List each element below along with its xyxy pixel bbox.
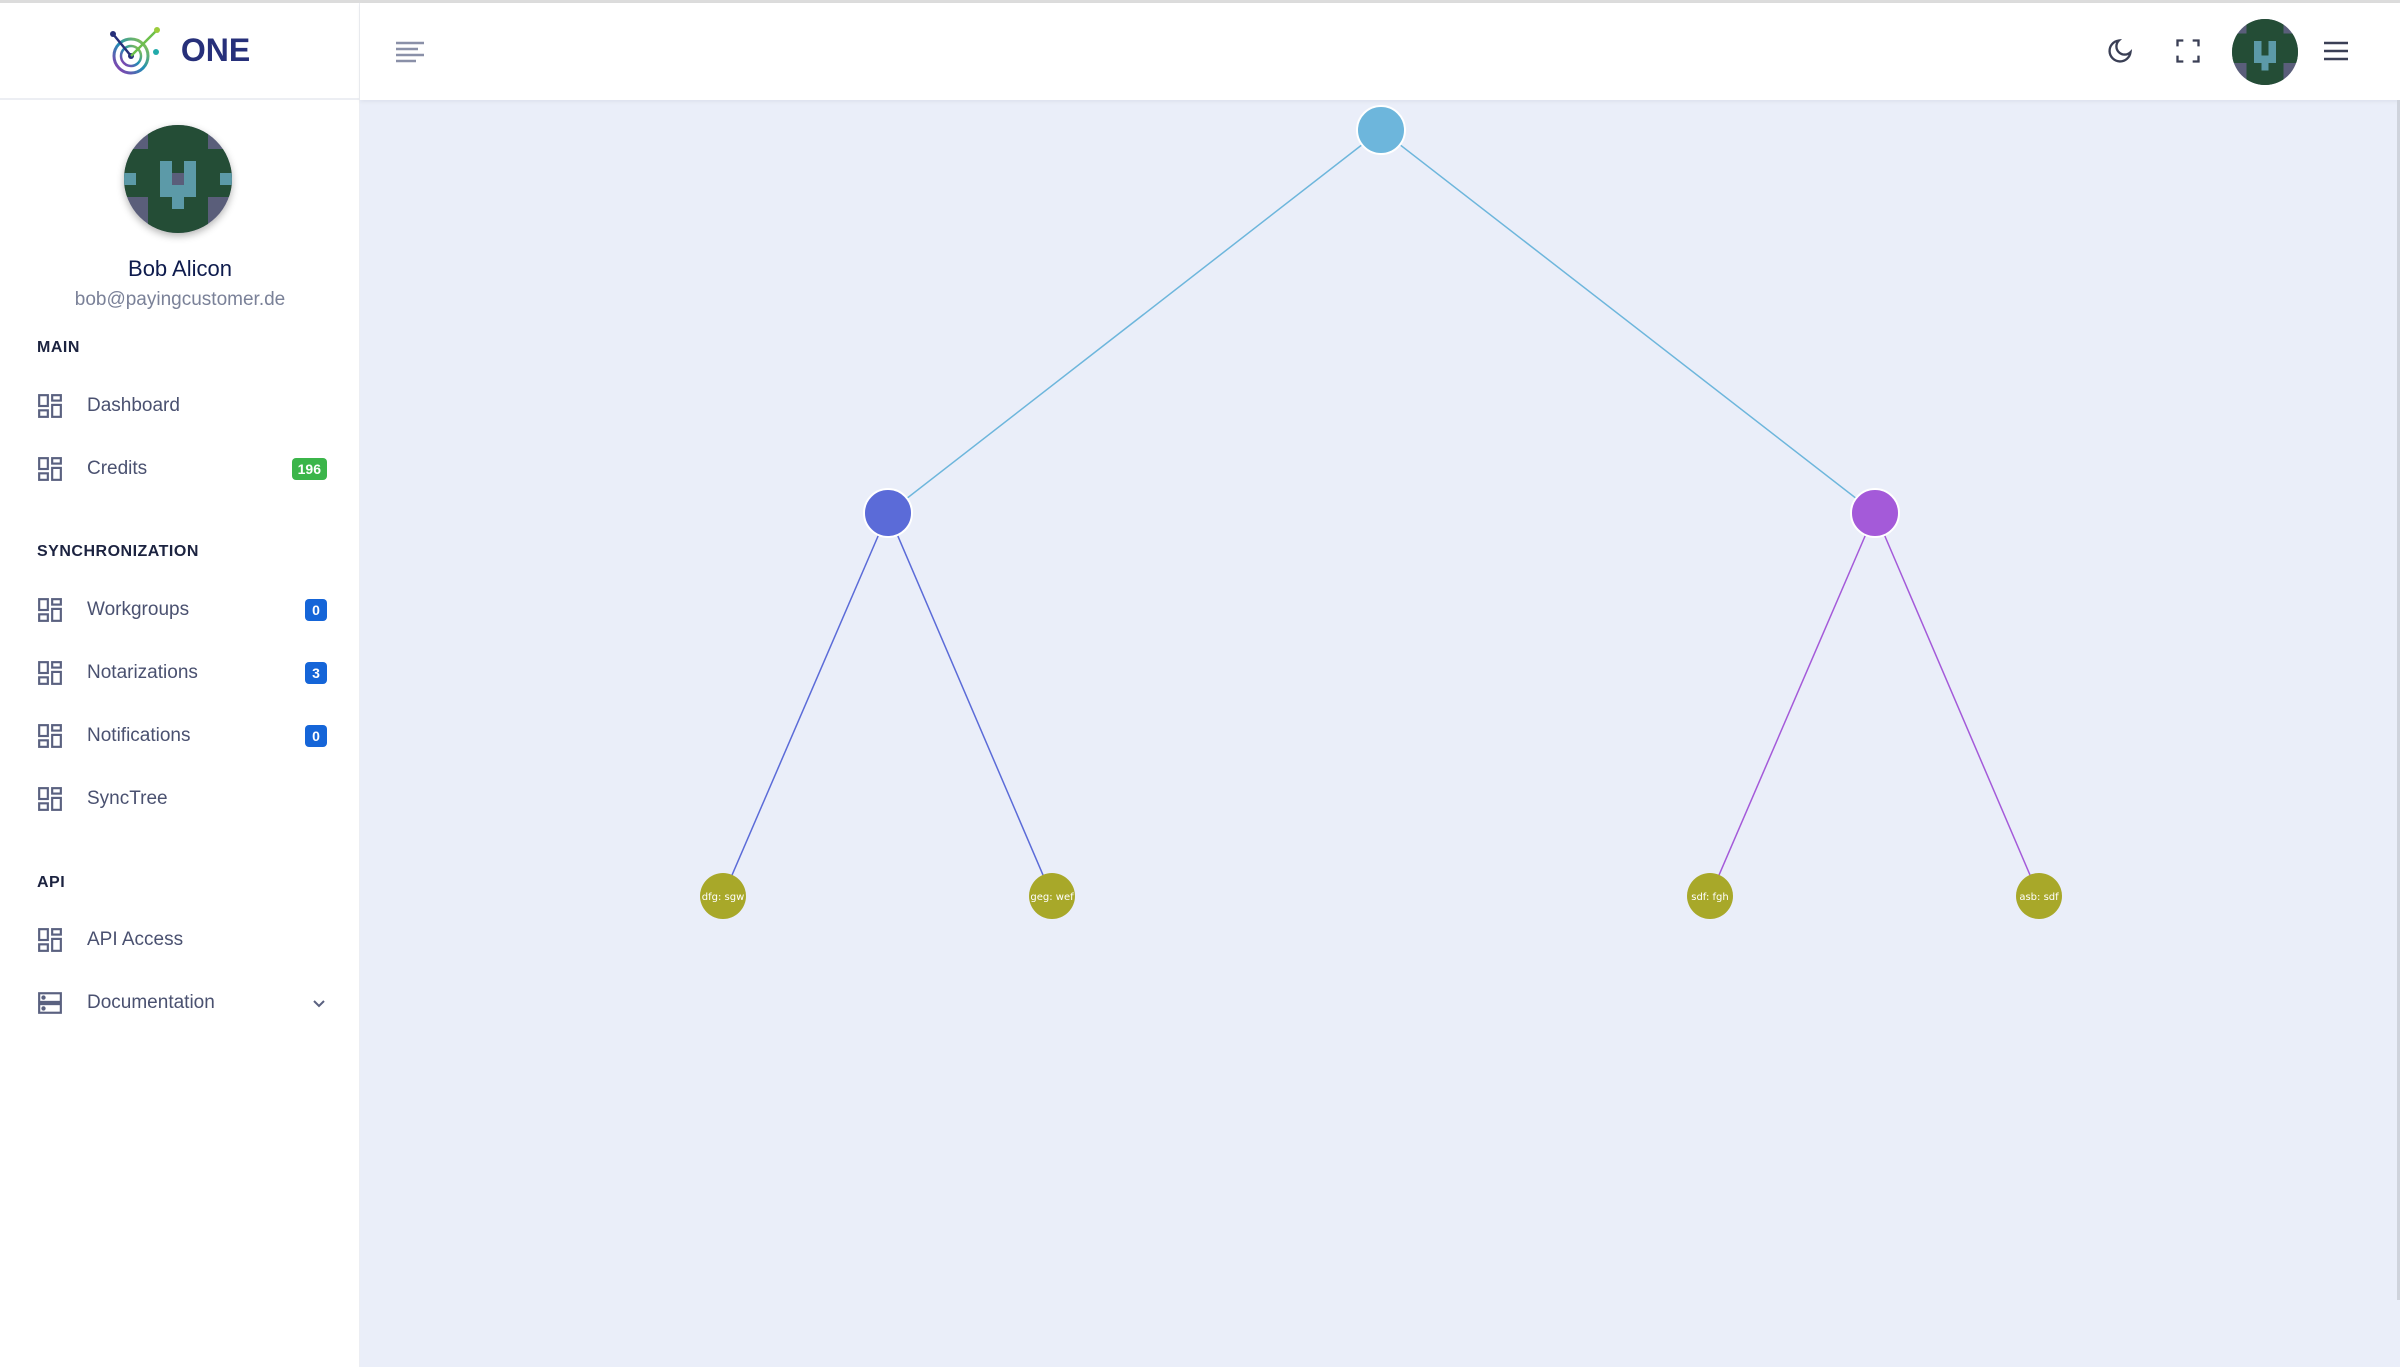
tree-link — [1874, 512, 2040, 897]
tree-leaf-label: sdf: fgh — [1691, 892, 1728, 903]
tree-root-node[interactable] — [1356, 105, 1406, 155]
tree-link — [1380, 129, 1876, 514]
sync-tree-graph: dfg: sgw geg: wef sdf: fgh asb: sdf — [700, 105, 2062, 919]
tree-leaf-label: asb: sdf — [2019, 892, 2059, 903]
tree-branch-node[interactable] — [1850, 488, 1900, 538]
tree-link — [1709, 512, 1876, 897]
tree-link — [722, 512, 889, 897]
tree-link — [887, 129, 1382, 514]
tree-leaf-label: geg: wef — [1030, 892, 1074, 903]
tree-leaf-label: dfg: sgw — [702, 892, 745, 903]
tree-branch-node[interactable] — [863, 488, 913, 538]
tree-link — [887, 512, 1053, 897]
